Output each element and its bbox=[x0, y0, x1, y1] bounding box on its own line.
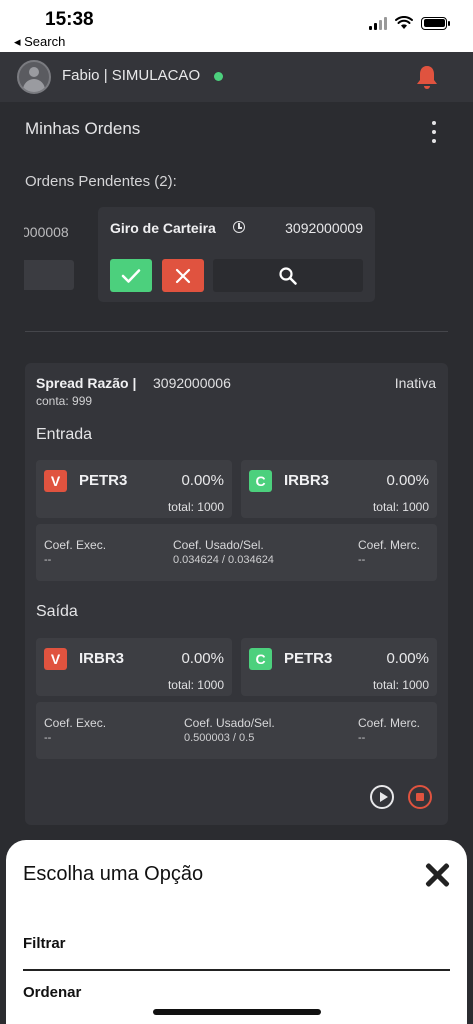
leg-percent: 0.00% bbox=[386, 472, 429, 489]
leg-percent: 0.00% bbox=[181, 650, 224, 667]
leg-total: total: 1000 bbox=[372, 500, 429, 514]
buy-side-badge: C bbox=[249, 470, 272, 492]
leg-percent: 0.00% bbox=[386, 650, 429, 667]
options-bottom-sheet: Escolha uma Opção Filtrar Ordenar bbox=[6, 840, 467, 1024]
pending-order-name: Giro de Carteira bbox=[110, 220, 216, 236]
coef-used-label: Coef. Usado/Sel. bbox=[173, 538, 264, 552]
strategy-id: 3092000006 bbox=[153, 375, 231, 391]
exit-leg-buy: C PETR3 0.00% total: 1000 bbox=[241, 638, 437, 696]
entry-leg-buy: C IRBR3 0.00% total: 1000 bbox=[241, 460, 437, 518]
sell-side-badge: V bbox=[44, 470, 67, 492]
coef-exec-value: -- bbox=[44, 732, 52, 744]
coef-used-value: 0.500003 / 0.5 bbox=[184, 732, 255, 744]
close-icon[interactable] bbox=[424, 862, 450, 888]
leg-total: total: 1000 bbox=[167, 678, 224, 692]
exit-coefficients: Coef. Exec. -- Coef. Usado/Sel. 0.500003… bbox=[36, 702, 437, 759]
online-status-indicator bbox=[214, 72, 223, 81]
section-divider bbox=[25, 331, 448, 332]
coef-used-value: 0.034624 / 0.034624 bbox=[173, 554, 274, 566]
pending-order-id: 3092000009 bbox=[285, 220, 363, 236]
status-bar: 15:38 ◂ Search bbox=[0, 0, 473, 52]
sell-side-badge: V bbox=[44, 648, 67, 670]
leg-percent: 0.00% bbox=[181, 472, 224, 489]
leg-ticker: PETR3 bbox=[79, 472, 128, 489]
coef-exec-label: Coef. Exec. bbox=[44, 538, 107, 552]
strategy-account: conta: 999 bbox=[36, 394, 93, 408]
entry-coefficients: Coef. Exec. -- Coef. Usado/Sel. 0.034624… bbox=[36, 524, 437, 581]
buy-side-badge: C bbox=[249, 648, 272, 670]
page-title: Minhas Ordens bbox=[25, 119, 141, 138]
app-header: Fabio | SIMULACAO bbox=[0, 52, 473, 102]
stop-icon[interactable] bbox=[408, 785, 432, 809]
cellular-signal-icon bbox=[369, 16, 387, 30]
coef-merc-value: -- bbox=[358, 554, 366, 566]
accept-order-button[interactable] bbox=[110, 259, 152, 292]
play-icon[interactable] bbox=[370, 785, 394, 809]
status-time: 15:38 bbox=[45, 9, 94, 30]
pending-orders-title: Ordens Pendentes (2): bbox=[25, 173, 177, 190]
check-icon bbox=[121, 268, 141, 283]
close-icon bbox=[175, 268, 191, 283]
search-icon bbox=[279, 266, 297, 285]
coef-exec-value: -- bbox=[44, 554, 52, 566]
leg-total: total: 1000 bbox=[372, 678, 429, 692]
order-details-search-button[interactable] bbox=[213, 259, 363, 292]
home-indicator bbox=[153, 1009, 321, 1015]
leg-ticker: IRBR3 bbox=[284, 472, 330, 489]
coef-merc-label: Coef. Merc. bbox=[358, 716, 421, 730]
leg-ticker: PETR3 bbox=[284, 650, 333, 667]
option-divider bbox=[23, 969, 450, 971]
status-icons bbox=[369, 16, 450, 30]
coef-exec-label: Coef. Exec. bbox=[44, 716, 107, 730]
wifi-icon bbox=[395, 16, 413, 29]
option-sort[interactable]: Ordenar bbox=[23, 984, 81, 1001]
coef-merc-value: -- bbox=[358, 732, 366, 744]
option-filter[interactable]: Filtrar bbox=[23, 935, 66, 952]
coef-used-label: Coef. Usado/Sel. bbox=[184, 716, 275, 730]
entry-leg-sell: V PETR3 0.00% total: 1000 bbox=[36, 460, 232, 518]
more-options-icon[interactable] bbox=[427, 121, 441, 143]
clock-icon bbox=[233, 221, 245, 233]
battery-icon bbox=[421, 16, 450, 30]
back-to-search-link[interactable]: ◂ Search bbox=[14, 34, 65, 50]
leg-total: total: 1000 bbox=[167, 500, 224, 514]
strategy-card[interactable]: Spread Razão | 3092000006 Inativa conta:… bbox=[25, 363, 448, 825]
reject-order-button[interactable] bbox=[162, 259, 204, 292]
notification-bell-icon[interactable] bbox=[415, 64, 439, 90]
user-name: Fabio | SIMULACAO bbox=[62, 67, 201, 84]
pending-order-id: 000008 bbox=[22, 224, 69, 240]
user-avatar[interactable] bbox=[17, 60, 51, 94]
strategy-status: Inativa bbox=[394, 375, 436, 391]
exit-title: Saída bbox=[36, 603, 78, 620]
coef-merc-label: Coef. Merc. bbox=[358, 538, 421, 552]
exit-leg-sell: V IRBR3 0.00% total: 1000 bbox=[36, 638, 232, 696]
sheet-title: Escolha uma Opção bbox=[23, 863, 204, 885]
pending-order-card: Giro de Carteira 3092000009 bbox=[98, 207, 375, 302]
strategy-name: Spread Razão | bbox=[36, 375, 137, 391]
leg-ticker: IRBR3 bbox=[79, 650, 125, 667]
entry-title: Entrada bbox=[36, 426, 93, 443]
pending-order-card-partial[interactable]: 000008 bbox=[0, 207, 85, 302]
